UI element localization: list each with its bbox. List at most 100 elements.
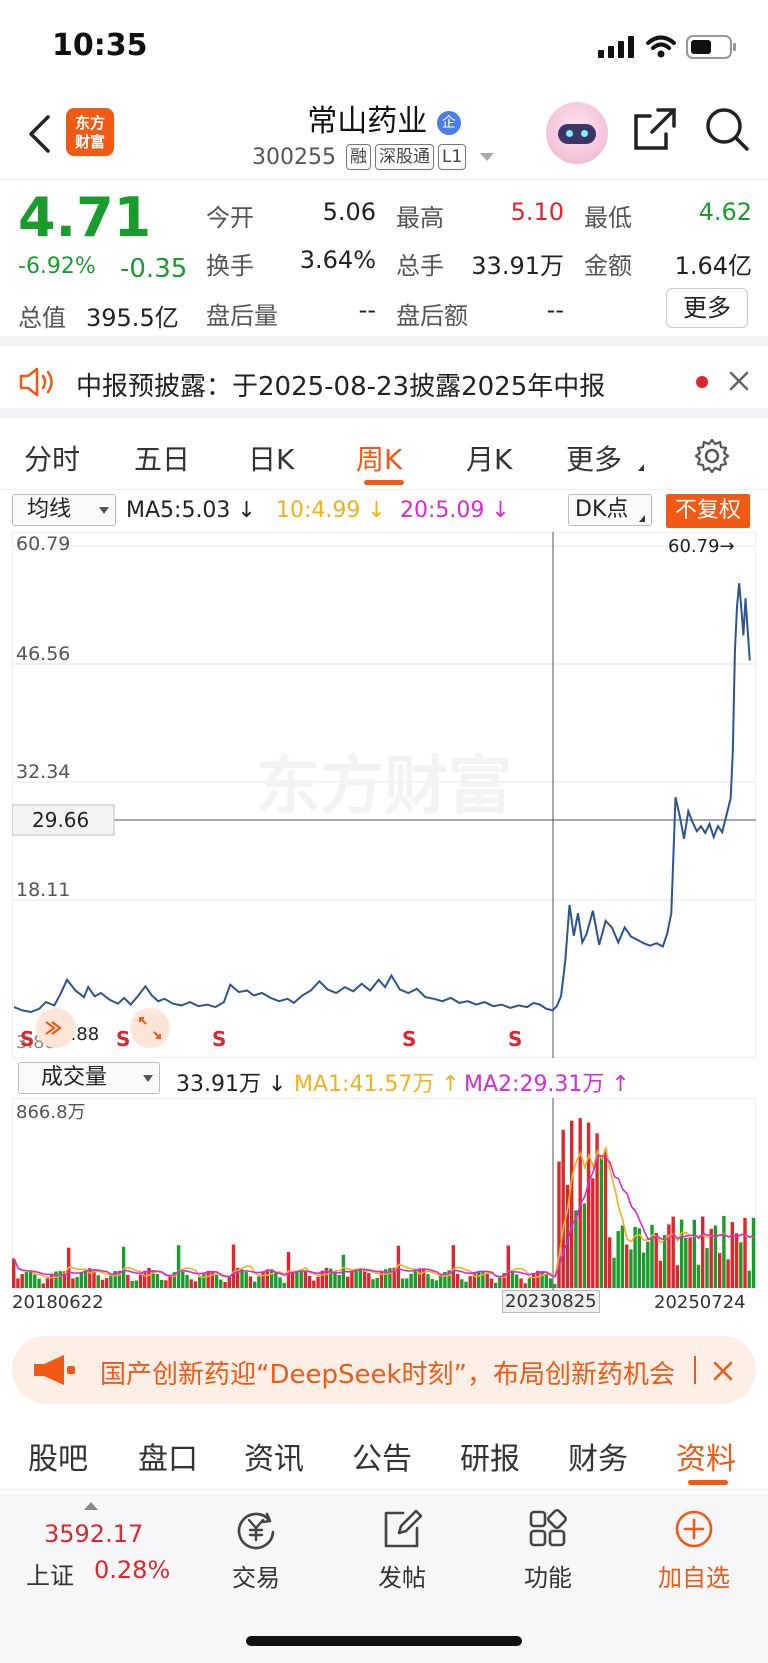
volume-bar bbox=[303, 1271, 308, 1288]
index-change[interactable]: 0.28% bbox=[94, 1556, 170, 1584]
ma10-value: 10:4.99 ↓ bbox=[276, 498, 386, 523]
volume-bar bbox=[608, 1237, 612, 1288]
tab-five-day[interactable]: 五日 bbox=[134, 438, 190, 478]
sell-signal-marker[interactable]: S bbox=[508, 1027, 522, 1051]
promo-banner[interactable]: 国产创新药迎“DeepSeek时刻”，布局创新药机会 bbox=[12, 1336, 756, 1404]
banner-text: 国产创新药迎“DeepSeek时刻”，布局创新药机会 bbox=[100, 1360, 676, 1390]
current-price: 4.71 bbox=[18, 186, 152, 249]
ai-assistant-robot-icon[interactable] bbox=[546, 102, 608, 164]
ma-select[interactable]: 均线 bbox=[12, 494, 116, 526]
volume-indicator-row: 成交量 33.91万 ↓ MA1:41.57万 ↑ MA2:29.31万 ↑ bbox=[0, 1060, 768, 1097]
corner-triangle-icon bbox=[639, 515, 645, 522]
x-label-end: 20250724 bbox=[654, 1292, 746, 1313]
tab-intraday[interactable]: 分时 bbox=[24, 438, 80, 478]
volume-bar bbox=[515, 1274, 519, 1288]
dk-point-button[interactable]: DK点 bbox=[568, 494, 652, 526]
volume-bar bbox=[16, 1278, 20, 1288]
volume-bar bbox=[41, 1283, 45, 1288]
volume-bar bbox=[248, 1276, 253, 1288]
weekly-k-line-chart[interactable]: 东方财富 60.7946.5632.3418.113.88 SSSSS 29.6… bbox=[12, 532, 756, 1058]
sell-signal-marker[interactable]: S bbox=[402, 1027, 416, 1051]
more-corner-icon bbox=[638, 464, 644, 471]
info-tabs: 股吧 盘口 资讯 公告 研报 财务 资料 bbox=[0, 1416, 768, 1490]
speaker-icon bbox=[19, 367, 53, 397]
tab-daily-k[interactable]: 日K bbox=[248, 438, 294, 478]
volume-current-text: 33.91万 bbox=[176, 1072, 261, 1097]
volume-bar bbox=[616, 1231, 620, 1288]
volume-bar-chart[interactable]: 866.8万 bbox=[12, 1098, 756, 1290]
volume-bar bbox=[20, 1274, 24, 1288]
settings-gear-icon[interactable] bbox=[694, 438, 730, 474]
max-price-value: 60.79 bbox=[668, 536, 720, 557]
volume-bar bbox=[100, 1279, 105, 1288]
tab-finance[interactable]: 财务 bbox=[568, 1434, 628, 1478]
watermark-text: 东方财富 bbox=[256, 750, 512, 824]
zoom-in-bubble-icon[interactable] bbox=[36, 1008, 76, 1048]
tab-profile[interactable]: 资料 bbox=[676, 1434, 736, 1478]
more-button[interactable]: 更多 bbox=[666, 288, 748, 328]
ma20-value: 20:5.09 ↓ bbox=[400, 498, 510, 523]
volume-bar bbox=[747, 1270, 751, 1288]
search-icon[interactable] bbox=[704, 106, 750, 152]
expand-up-icon[interactable] bbox=[84, 1502, 98, 1510]
max-price-label: 60.79→ bbox=[668, 536, 735, 557]
add-watchlist-button[interactable]: 加自选 bbox=[634, 1508, 754, 1593]
low-label: 最低 bbox=[584, 204, 632, 232]
volume-bar bbox=[291, 1272, 295, 1288]
dropdown-triangle-icon[interactable] bbox=[480, 153, 495, 161]
notice-bar[interactable]: 中报预披露：于2025-08-23披露2025年中报 bbox=[0, 346, 768, 418]
functions-label: 功能 bbox=[524, 1564, 572, 1592]
index-value[interactable]: 3592.17 bbox=[44, 1520, 143, 1548]
volume-bar bbox=[409, 1273, 413, 1288]
index-name[interactable]: 上证 bbox=[26, 1556, 74, 1591]
volume-bar bbox=[206, 1270, 210, 1288]
volume-bar bbox=[189, 1279, 193, 1288]
tab-order-book[interactable]: 盘口 bbox=[138, 1434, 198, 1478]
trade-label: 交易 bbox=[232, 1564, 280, 1592]
volume-bar bbox=[629, 1249, 633, 1288]
tab-weekly-k[interactable]: 周K bbox=[356, 438, 402, 478]
post-button[interactable]: 发帖 bbox=[342, 1508, 462, 1593]
sell-signal-marker[interactable]: S bbox=[20, 1027, 34, 1051]
volume-bar bbox=[548, 1278, 553, 1288]
open-label: 今开 bbox=[206, 204, 254, 232]
expand-bubble-icon[interactable] bbox=[130, 1008, 170, 1048]
trade-button[interactable]: 交易 bbox=[196, 1508, 316, 1593]
volume-bar bbox=[603, 1149, 608, 1288]
shenzhen-connect-tag: 深股通 bbox=[374, 144, 434, 170]
volume-current: 33.91万 ↓ bbox=[176, 1072, 287, 1097]
volume-bar bbox=[155, 1274, 160, 1288]
tab-forum[interactable]: 股吧 bbox=[28, 1434, 88, 1478]
volume-bar bbox=[468, 1276, 472, 1288]
tab-announcements[interactable]: 公告 bbox=[352, 1434, 412, 1478]
tab-news[interactable]: 资讯 bbox=[244, 1434, 304, 1478]
volume-bar bbox=[202, 1272, 206, 1288]
volume-bar bbox=[430, 1279, 434, 1288]
sell-signal-marker[interactable]: S bbox=[212, 1027, 226, 1051]
volume-bar bbox=[718, 1253, 722, 1288]
volume-bar bbox=[79, 1272, 83, 1288]
close-icon[interactable] bbox=[712, 1360, 734, 1382]
stock-code-row[interactable]: 300255 融 深股通 L1 bbox=[252, 144, 495, 170]
sell-signal-marker[interactable]: S bbox=[116, 1027, 130, 1051]
functions-button[interactable]: 功能 bbox=[488, 1508, 608, 1593]
tab-more[interactable]: 更多 bbox=[566, 438, 622, 478]
ma20-text: 20:5.09 bbox=[400, 498, 485, 523]
adjust-button[interactable]: 不复权 bbox=[666, 494, 750, 528]
ma5-value: MA5:5.03 ↓ bbox=[126, 498, 256, 523]
home-indicator bbox=[246, 1636, 522, 1646]
volume-bar bbox=[726, 1259, 730, 1288]
volume-select[interactable]: 成交量 bbox=[18, 1062, 160, 1094]
battery-icon bbox=[686, 35, 736, 59]
volume-bar bbox=[337, 1275, 341, 1288]
tab-research[interactable]: 研报 bbox=[460, 1434, 520, 1478]
tab-monthly-k[interactable]: 月K bbox=[466, 438, 512, 478]
market-cap-value: 395.5亿 bbox=[86, 304, 179, 332]
close-icon[interactable] bbox=[728, 370, 750, 392]
share-icon[interactable] bbox=[632, 106, 678, 152]
volume-bar bbox=[312, 1280, 316, 1288]
volume-bar bbox=[527, 1278, 532, 1288]
status-bar: 10:35 bbox=[0, 0, 768, 88]
post-label: 发帖 bbox=[378, 1564, 426, 1592]
volume-bar bbox=[553, 1284, 557, 1288]
